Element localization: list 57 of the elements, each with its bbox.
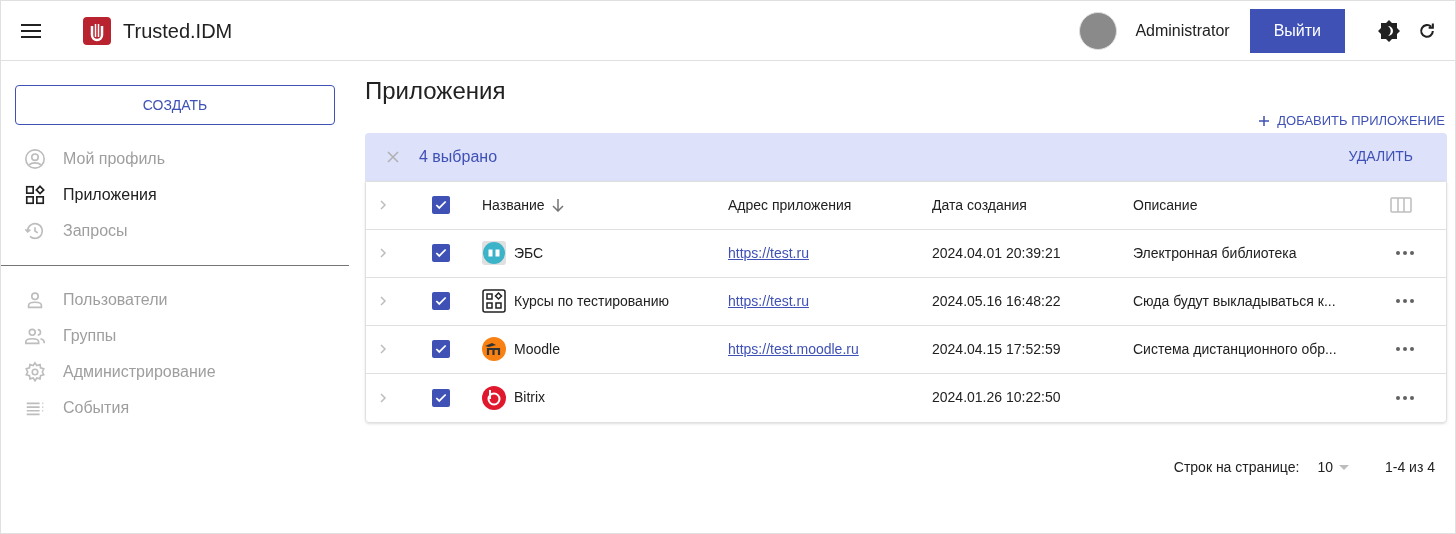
column-header[interactable]: Дата создания xyxy=(932,194,1133,216)
history-icon xyxy=(24,220,46,242)
nav-item[interactable]: Приложения xyxy=(1,177,349,213)
app-name: ЭБС xyxy=(514,243,544,263)
bitrix-logo-icon xyxy=(482,385,506,410)
caret-icon xyxy=(1338,464,1349,470)
check-icon xyxy=(434,342,448,356)
app-name: Bitrix xyxy=(514,388,546,407)
table-cell-text: 2024.01.26 10:22:50 xyxy=(932,388,1062,407)
sort-icon[interactable] xyxy=(550,198,565,212)
rows-per-page-select[interactable]: 10 xyxy=(1317,456,1349,478)
checkbox[interactable] xyxy=(432,244,450,262)
column-header[interactable]: Адрес приложения xyxy=(728,194,932,216)
table-cell-text: 2024.04.01 20:39:21 xyxy=(932,243,1062,263)
app-name: Moodle xyxy=(514,339,560,359)
app-url-link[interactable]: https://test.ru xyxy=(728,292,809,309)
logout-button[interactable]: Выйти xyxy=(1249,8,1345,53)
column-header[interactable]: Описание xyxy=(1133,194,1383,216)
add-app-button[interactable]: ДОБАВИТЬ ПРИЛОЖЕНИЕ xyxy=(1259,111,1445,131)
checkbox[interactable] xyxy=(432,388,450,407)
table-cell: Электронная библиотека xyxy=(1133,244,1297,261)
more-icon[interactable] xyxy=(1396,251,1414,255)
moodle-logo-icon xyxy=(482,337,506,361)
plus-icon xyxy=(1259,115,1270,126)
app-url-link[interactable]: https://test.moodle.ru xyxy=(728,340,859,357)
user-name: Administrator xyxy=(1135,20,1230,41)
brand-name: Trusted.IDM xyxy=(123,18,233,44)
profile-icon xyxy=(24,148,46,170)
column-header[interactable]: Название xyxy=(482,194,545,216)
delete-button[interactable]: УДАЛИТЬ xyxy=(1348,146,1413,167)
logo-icon xyxy=(83,16,111,45)
more-icon[interactable] xyxy=(1396,395,1414,400)
selected-count: 4 выбрано xyxy=(419,146,498,167)
theme-icon[interactable] xyxy=(1377,18,1401,43)
more-icon[interactable] xyxy=(1396,347,1414,351)
page-title: Приложения xyxy=(365,76,507,106)
rows-per-page-label: Строк на странице: xyxy=(1173,457,1300,477)
page-range: 1-4 из 4 xyxy=(1384,457,1435,477)
app-name: Курсы по тестированию xyxy=(514,291,669,311)
table-cell-text: 2024.05.16 16:48:22 xyxy=(932,291,1062,311)
app-url-link[interactable]: https://test.ru xyxy=(728,244,809,261)
checkbox[interactable] xyxy=(432,292,450,310)
book-logo-icon xyxy=(482,241,506,265)
checkbox[interactable] xyxy=(432,196,450,214)
table-cell: Сюда будут выкладываться к... xyxy=(1133,292,1336,309)
apps-logo-icon xyxy=(482,289,506,313)
check-icon xyxy=(434,198,448,212)
checkbox[interactable] xyxy=(432,340,450,358)
more-icon[interactable] xyxy=(1396,299,1414,303)
apps-icon xyxy=(24,184,46,206)
avatar xyxy=(1079,11,1118,50)
create-button[interactable]: СОЗДАТЬ xyxy=(15,85,335,125)
table-cell-text: 2024.04.15 17:52:59 xyxy=(932,339,1062,359)
check-icon xyxy=(434,246,448,260)
settings-icon xyxy=(24,361,46,383)
check-icon xyxy=(434,294,448,308)
table-cell: Система дистанционного обр... xyxy=(1133,340,1337,357)
